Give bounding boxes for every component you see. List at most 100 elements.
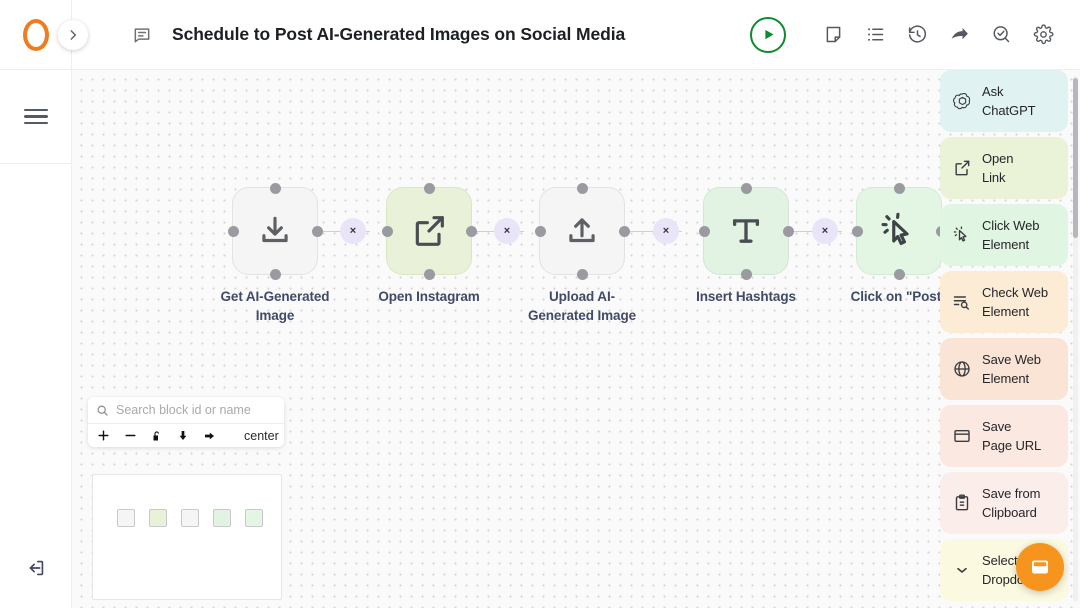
magnifier-check-icon <box>992 26 1009 43</box>
palette-card-label: Open Link <box>982 149 1014 187</box>
node-box[interactable] <box>851 182 947 280</box>
fit-vertical-button[interactable] <box>177 428 189 444</box>
palette-card-save-web-element[interactable]: Save Web Element <box>940 338 1068 400</box>
port-right[interactable] <box>618 225 630 237</box>
edge-delete-badge-4[interactable]: × <box>812 218 838 244</box>
download-icon <box>262 216 288 243</box>
sticky-note-icon <box>826 26 840 43</box>
node-label: Get AI-Generated Image <box>220 289 330 323</box>
label-line-2: Page URL <box>982 438 1042 453</box>
browser-window-icon <box>950 426 974 446</box>
sidebar-menu-button[interactable] <box>0 70 72 164</box>
validate-button[interactable] <box>986 20 1016 50</box>
palette-card-check-web-element[interactable]: Check Web Element <box>940 271 1068 333</box>
center-button[interactable]: center <box>244 429 279 443</box>
port-left[interactable] <box>227 225 239 237</box>
search-row[interactable] <box>88 397 284 424</box>
port-right[interactable] <box>782 225 794 237</box>
port-bottom[interactable] <box>269 268 281 280</box>
expand-sidebar-button[interactable] <box>58 20 88 50</box>
port-left[interactable] <box>851 225 863 237</box>
palette-card-label: Check Web Element <box>982 283 1048 321</box>
opal-o-logo-icon[interactable] <box>22 18 49 51</box>
settings-button[interactable] <box>1028 20 1058 50</box>
port-top[interactable] <box>576 182 588 194</box>
hamburger-menu-icon <box>23 108 48 125</box>
fit-horizontal-button[interactable] <box>203 428 216 444</box>
node-label: Open Instagram <box>378 289 480 304</box>
port-top[interactable] <box>269 182 281 194</box>
palette-card-label: Click Web Element <box>982 216 1039 254</box>
arrow-down-icon <box>179 431 187 440</box>
port-left[interactable] <box>381 225 393 237</box>
notes-button[interactable] <box>818 20 848 50</box>
port-left[interactable] <box>534 225 546 237</box>
port-right[interactable] <box>465 225 477 237</box>
comment-square-icon[interactable] <box>132 25 152 45</box>
node-upload-ai-image[interactable]: Upload AI-Generated Image <box>517 182 647 325</box>
search-icon <box>97 405 108 416</box>
port-right[interactable] <box>311 225 323 237</box>
port-top[interactable] <box>893 182 905 194</box>
play-icon <box>764 29 773 40</box>
palette-card-label: Save Page URL <box>982 417 1041 455</box>
arrow-right-icon <box>205 432 214 439</box>
port-bottom[interactable] <box>576 268 588 280</box>
chat-support-button[interactable] <box>1016 543 1064 591</box>
lock-button[interactable] <box>151 428 163 444</box>
zoom-in-button[interactable] <box>97 428 110 444</box>
globe-icon <box>950 359 974 379</box>
node-insert-hashtags[interactable]: Insert Hashtags <box>681 182 811 306</box>
share-arrow-icon <box>951 28 968 40</box>
chevron-down-icon <box>950 562 974 578</box>
text-t-icon <box>732 219 760 243</box>
edge-delete-badge-1[interactable]: × <box>340 218 366 244</box>
run-button[interactable] <box>750 16 786 53</box>
edge-delete-badge-2[interactable]: × <box>494 218 520 244</box>
click-cursor-icon <box>950 225 974 245</box>
palette-card-ask-chatgpt[interactable]: Ask ChatGPT <box>940 70 1068 132</box>
port-bottom[interactable] <box>893 268 905 280</box>
node-box[interactable] <box>698 182 794 280</box>
node-open-instagram[interactable]: Open Instagram <box>364 182 494 306</box>
edge-delete-badge-3[interactable]: × <box>653 218 679 244</box>
palette-card-label: Save from Clipboard <box>982 484 1040 522</box>
port-bottom[interactable] <box>423 268 435 280</box>
node-box[interactable] <box>381 182 477 280</box>
port-top[interactable] <box>740 182 752 194</box>
palette-card-save-page-url[interactable]: Save Page URL <box>940 405 1068 467</box>
check-list-search-icon <box>950 292 974 312</box>
port-left[interactable] <box>698 225 710 237</box>
block-palette[interactable]: Ask ChatGPT Open Link Click Web Element … <box>940 70 1074 608</box>
label-line-1: Save from <box>982 486 1041 501</box>
label-line-1: Ask <box>982 84 1004 99</box>
canvas-minimap[interactable] <box>92 474 282 600</box>
port-top[interactable] <box>423 182 435 194</box>
minimap-node <box>149 509 167 527</box>
port-bottom[interactable] <box>740 268 752 280</box>
external-link-icon <box>950 158 974 178</box>
header-toolbar <box>750 16 1058 53</box>
palette-card-click-web-element[interactable]: Click Web Element <box>940 204 1068 266</box>
share-button[interactable] <box>944 20 974 50</box>
palette-card-open-link[interactable]: Open Link <box>940 137 1068 199</box>
zoom-out-button[interactable] <box>124 428 137 444</box>
label-line-1: Check Web <box>982 285 1049 300</box>
history-button[interactable] <box>902 20 932 50</box>
node-get-ai-image[interactable]: Get AI-Generated Image <box>210 182 340 325</box>
node-box[interactable] <box>534 182 630 280</box>
minimap-node <box>181 509 199 527</box>
palette-card-save-from-clipboard[interactable]: Save from Clipboard <box>940 472 1068 534</box>
search-input[interactable] <box>116 403 276 417</box>
left-sidebar <box>0 0 72 608</box>
palette-scrollbar-thumb[interactable] <box>1073 78 1078 238</box>
node-box[interactable] <box>227 182 323 280</box>
logout-button[interactable] <box>0 528 72 608</box>
label-line-1: Select <box>982 553 1018 568</box>
workflow-canvas[interactable]: Get AI-Generated Image Open Instagram Up… <box>72 70 1080 608</box>
label-line-2: Link <box>982 170 1006 185</box>
palette-card-label: Ask ChatGPT <box>982 82 1036 120</box>
list-button[interactable] <box>860 20 890 50</box>
workflow-editor: Schedule to Post AI-Generated Images on … <box>0 0 1080 608</box>
click-cursor-icon <box>881 212 909 245</box>
